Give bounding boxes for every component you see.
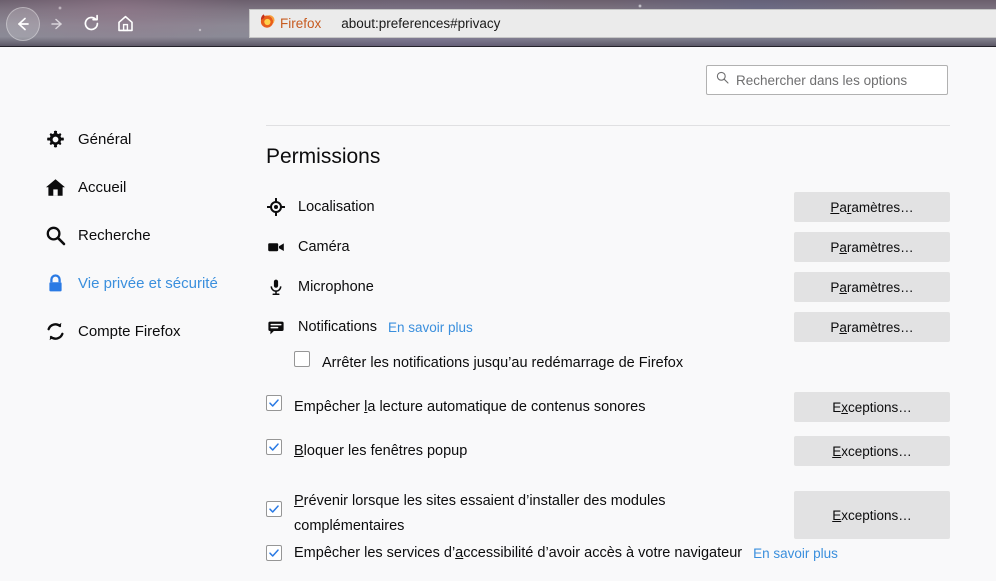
identity-label: Firefox [280,16,322,31]
checkbox-row-block-accessibility: Empêcher les services d’accessibilité d’… [266,541,950,581]
back-arrow-icon [14,15,32,33]
block-popups-checkbox[interactable] [266,439,282,455]
home-button[interactable] [108,7,142,41]
permission-label: Localisation [298,199,375,215]
checkbox-row-block-autoplay: Empêcher la lecture automatique de conte… [266,392,950,435]
block-accessibility-checkbox[interactable] [266,545,282,561]
checkbox-row-warn-addon-install: Prévenir lorsque les sites essaient d’in… [266,489,950,539]
checkbox-label: Arrêter les notifications jusqu’au redém… [322,355,684,371]
back-button[interactable] [6,6,40,41]
sidebar-item-privacy-security[interactable]: Vie privée et sécurité [0,259,250,307]
sidebar-item-firefox-account[interactable]: Compte Firefox [0,307,250,355]
checkbox-label: Empêcher la lecture automatique de conte… [294,399,646,415]
sidebar-item-label: Accueil [78,178,127,196]
permission-row-microphone: Microphone Paramètres… [266,267,950,307]
browser-toolbar: Firefox about:preferences#privacy [0,0,996,47]
sidebar-item-label: Recherche [78,226,151,244]
permission-row-location: Localisation Paramètres… [266,187,950,227]
location-settings-button[interactable]: Paramètres… [794,192,950,222]
camera-settings-button[interactable]: Paramètres… [794,232,950,262]
search-icon [44,224,66,246]
lock-icon [44,272,66,294]
url-text: about:preferences#privacy [341,16,501,31]
search-icon [716,71,729,89]
page-title: Permissions [266,145,381,168]
addon-install-exceptions-button[interactable]: Exceptions… [794,491,950,539]
sidebar-item-label: Compte Firefox [78,322,181,340]
reload-arrow-icon [82,14,101,33]
sidebar-item-label: Général [78,130,132,148]
checkbox-label: Prévenir lorsque les sites essaient d’in… [294,493,666,534]
notifications-learn-more-link[interactable]: En savoir plus [388,320,473,335]
accessibility-learn-more-link[interactable]: En savoir plus [753,541,838,566]
checkbox-row-suspend-notifications: Arrêter les notifications jusqu’au redém… [266,351,950,391]
permissions-list: Localisation Paramètres… Caméra Paramètr… [266,187,950,581]
preferences-page: Général Accueil Recherche [0,47,996,580]
address-bar[interactable]: Firefox about:preferences#privacy [249,9,996,38]
notifications-settings-button[interactable]: Paramètres… [794,312,950,342]
section-divider [266,125,950,126]
sync-icon [44,320,66,342]
home-icon [44,176,66,198]
firefox-logo-icon [259,13,275,34]
sidebar-item-label: Vie privée et sécurité [78,274,218,292]
popup-exceptions-button[interactable]: Exceptions… [794,436,950,466]
sidebar-item-general[interactable]: Général [0,115,250,163]
preferences-sidebar: Général Accueil Recherche Vie privée et … [0,115,250,355]
notification-icon [266,317,286,337]
permission-label: Notifications [298,319,377,335]
gear-icon [44,128,66,150]
checkbox-row-block-popups: Bloquer les fenêtres popup Exceptions… [266,436,950,479]
permission-label: Microphone [298,279,374,295]
permission-row-camera: Caméra Paramètres… [266,227,950,267]
forward-button[interactable] [40,7,74,41]
checkbox-label: Empêcher les services d’accessibilité d’… [294,545,743,561]
home-icon [116,14,135,33]
navigation-buttons [0,0,142,47]
permission-row-notifications: Notifications En savoir plus Paramètres… [266,307,950,347]
block-autoplay-checkbox[interactable] [266,395,282,411]
autoplay-exceptions-button[interactable]: Exceptions… [794,392,950,422]
checkbox-label: Bloquer les fenêtres popup [294,443,468,459]
reload-button[interactable] [74,7,108,41]
suspend-notifications-checkbox[interactable] [294,351,310,367]
identity-box[interactable]: Firefox [250,13,321,34]
camera-icon [266,237,286,257]
forward-arrow-icon [48,15,66,33]
location-icon [266,197,286,217]
sidebar-item-search[interactable]: Recherche [0,211,250,259]
search-input[interactable] [736,72,926,88]
microphone-settings-button[interactable]: Paramètres… [794,272,950,302]
sidebar-item-home[interactable]: Accueil [0,163,250,211]
microphone-icon [266,277,286,297]
preferences-search-box[interactable] [706,65,948,95]
permission-label: Caméra [298,239,350,255]
warn-addon-install-checkbox[interactable] [266,501,282,517]
